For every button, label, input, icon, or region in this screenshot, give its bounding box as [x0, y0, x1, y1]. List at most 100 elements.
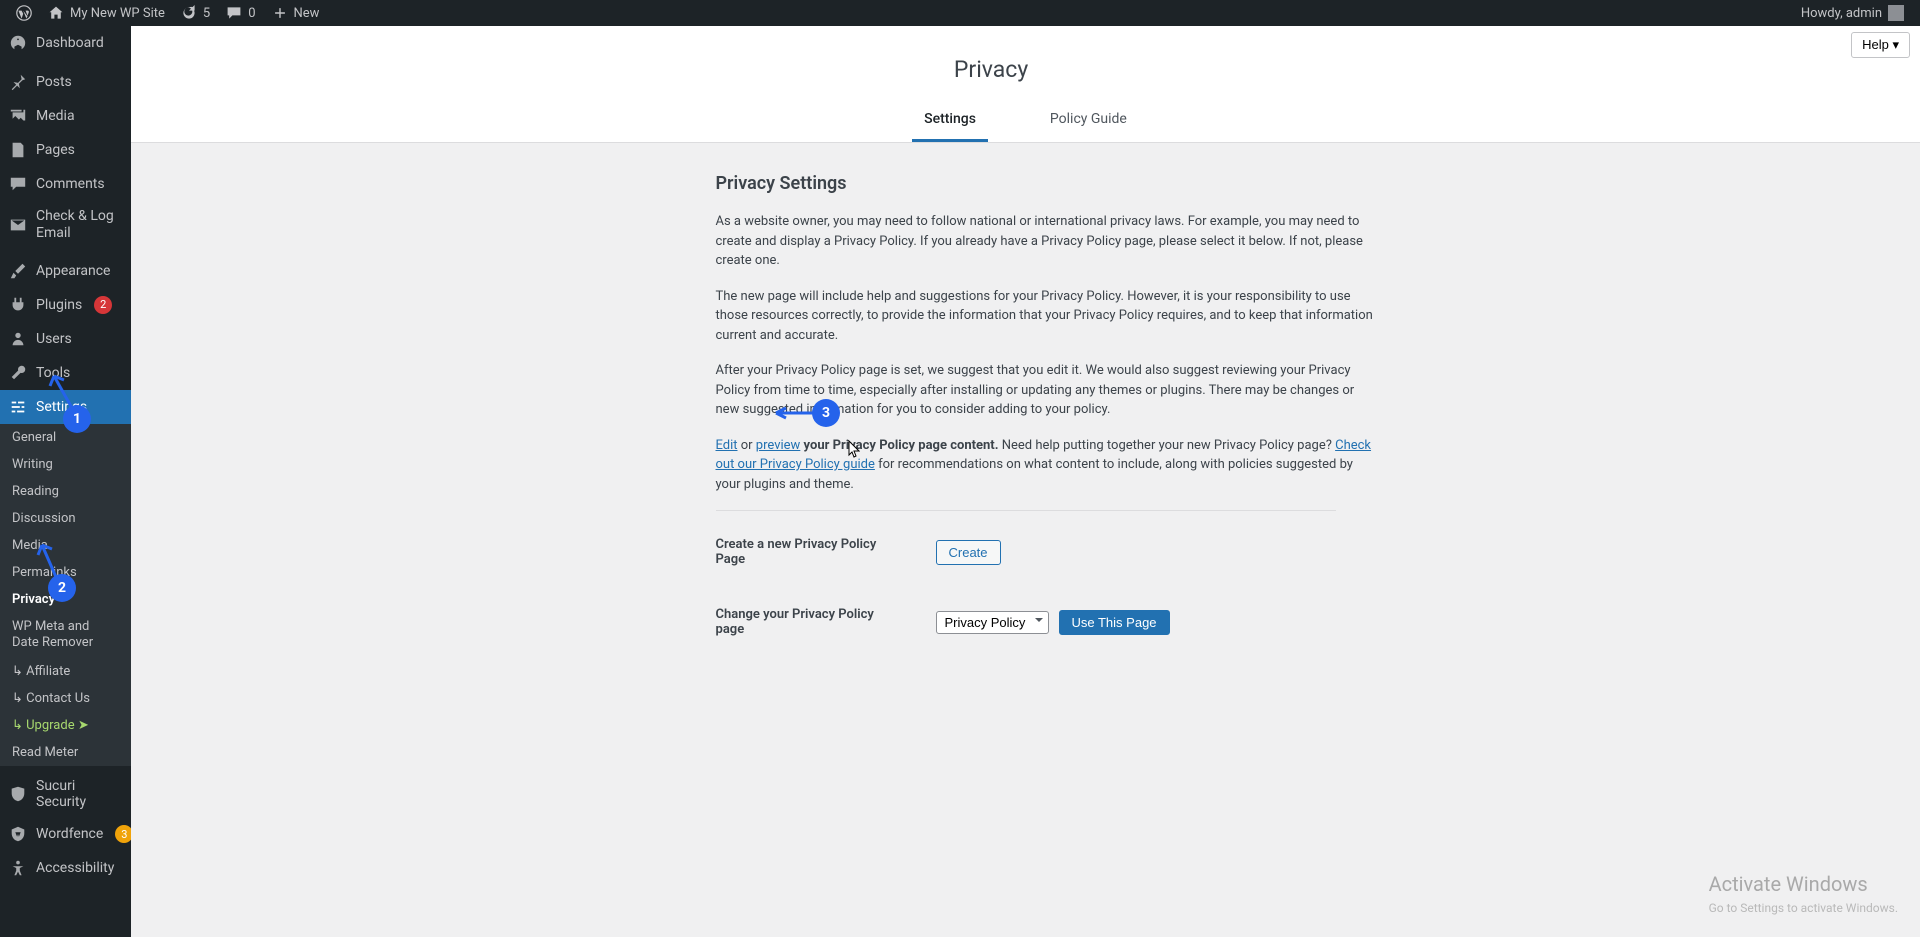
- wp-logo[interactable]: [8, 0, 40, 26]
- sidebar-label: Pages: [36, 142, 75, 158]
- howdy-text: Howdy, admin: [1801, 6, 1882, 21]
- comments-count: 0: [248, 6, 255, 21]
- or-text: or: [738, 438, 756, 453]
- sidebar-item-dashboard[interactable]: Dashboard: [0, 26, 131, 60]
- submenu-writing[interactable]: Writing: [0, 451, 131, 478]
- mail-icon: [8, 215, 28, 235]
- new-item[interactable]: New: [264, 0, 328, 26]
- submenu-contactus[interactable]: ↳ Contact Us: [0, 685, 131, 712]
- p4b-text: Need help putting together your new Priv…: [998, 438, 1335, 453]
- annotation-arrow-3: [772, 406, 817, 421]
- sidebar-item-pages[interactable]: Pages: [0, 133, 131, 167]
- sidebar-label: Sucuri Security: [36, 778, 123, 810]
- sidebar-item-media[interactable]: Media: [0, 99, 131, 133]
- annotation-bubble-1: 1: [63, 405, 91, 433]
- create-button[interactable]: Create: [936, 540, 1001, 565]
- admin-bar-left: My New WP Site 5 0 New: [8, 0, 327, 26]
- admin-bar: My New WP Site 5 0 New Howdy, admin: [0, 0, 1920, 26]
- submenu-affiliate[interactable]: ↳ Affiliate: [0, 658, 131, 685]
- refresh-item[interactable]: 5: [173, 0, 218, 26]
- comments-item[interactable]: 0: [218, 0, 263, 26]
- wordfence-badge: 3: [115, 825, 131, 843]
- site-home[interactable]: My New WP Site: [40, 0, 173, 26]
- change-label: Change your Privacy Policy page: [716, 607, 906, 637]
- edit-link[interactable]: Edit: [716, 438, 738, 453]
- main-content: Help ▾ Privacy Settings Policy Guide Pri…: [131, 26, 1920, 937]
- plus-icon: [272, 5, 288, 21]
- brush-icon: [8, 261, 28, 281]
- comment-icon: [226, 5, 242, 21]
- intro-paragraph-2: The new page will include help and sugge…: [716, 287, 1376, 346]
- preview-link[interactable]: preview: [756, 438, 801, 453]
- divider: [716, 510, 1336, 511]
- wrench-icon: [8, 363, 28, 383]
- header-area: Help ▾ Privacy Settings Policy Guide: [131, 26, 1920, 143]
- pin-icon: [8, 72, 28, 92]
- dashboard-icon: [8, 33, 28, 53]
- sidebar-label: Appearance: [36, 263, 110, 279]
- help-tab[interactable]: Help ▾: [1851, 32, 1910, 58]
- admin-sidebar: Dashboard Posts Media Pages Comments Che…: [0, 26, 131, 937]
- use-this-page-button[interactable]: Use This Page: [1059, 610, 1170, 635]
- annotation-bubble-2: 2: [48, 574, 76, 602]
- sidebar-label: Dashboard: [36, 35, 104, 51]
- page-icon: [8, 140, 28, 160]
- intro-paragraph-4: Edit or preview your Privacy Policy page…: [716, 436, 1376, 495]
- sidebar-label: Users: [36, 331, 72, 347]
- sidebar-label: Plugins: [36, 297, 82, 313]
- sidebar-item-sucuri[interactable]: Sucuri Security: [0, 771, 131, 817]
- privacy-tabs: Settings Policy Guide: [131, 103, 1920, 142]
- sidebar-label: Accessibility: [36, 860, 114, 876]
- site-name: My New WP Site: [70, 6, 165, 21]
- submenu-readmeter[interactable]: Read Meter: [0, 739, 131, 766]
- intro-paragraph-1: As a website owner, you may need to foll…: [716, 212, 1376, 271]
- create-row: Create a new Privacy Policy Page Create: [716, 537, 1506, 567]
- home-icon: [48, 5, 64, 21]
- mouse-cursor-icon: [848, 440, 860, 458]
- tab-policy-guide[interactable]: Policy Guide: [1038, 103, 1139, 142]
- sidebar-item-wordfence[interactable]: Wordfence 3: [0, 817, 131, 851]
- howdy-item[interactable]: Howdy, admin: [1793, 0, 1912, 26]
- sidebar-item-comments[interactable]: Comments: [0, 167, 131, 201]
- admin-bar-right: Howdy, admin: [1793, 0, 1912, 26]
- submenu-discussion[interactable]: Discussion: [0, 505, 131, 532]
- media-icon: [8, 106, 28, 126]
- refresh-icon: [181, 5, 197, 21]
- sidebar-label: Media: [36, 108, 75, 124]
- create-label: Create a new Privacy Policy Page: [716, 537, 906, 567]
- wordfence-icon: [8, 824, 28, 844]
- accessibility-icon: [8, 858, 28, 878]
- refresh-count: 5: [203, 6, 210, 21]
- sidebar-item-accessibility[interactable]: Accessibility: [0, 851, 131, 885]
- plugins-badge: 2: [94, 296, 112, 314]
- shield-icon: [8, 784, 28, 804]
- change-row: Change your Privacy Policy page Privacy …: [716, 607, 1506, 637]
- submenu-reading[interactable]: Reading: [0, 478, 131, 505]
- avatar-icon: [1888, 5, 1904, 21]
- sidebar-item-appearance[interactable]: Appearance: [0, 254, 131, 288]
- sidebar-label: Wordfence: [36, 826, 103, 842]
- policy-select-wrap: Privacy Policy: [936, 611, 1049, 634]
- sidebar-item-checklog[interactable]: Check & Log Email: [0, 201, 131, 249]
- page-title: Privacy: [131, 26, 1920, 103]
- new-label: New: [294, 6, 320, 21]
- body-area: Privacy Settings As a website owner, you…: [526, 143, 1526, 707]
- sidebar-label: Check & Log Email: [36, 208, 123, 242]
- policy-select[interactable]: Privacy Policy: [936, 611, 1049, 634]
- users-icon: [8, 329, 28, 349]
- submenu-upgrade[interactable]: ↳ Upgrade ➤: [0, 712, 131, 739]
- settings-icon: [8, 397, 28, 417]
- sidebar-label: Posts: [36, 74, 72, 90]
- plugin-icon: [8, 295, 28, 315]
- sidebar-item-plugins[interactable]: Plugins 2: [0, 288, 131, 322]
- annotation-bubble-3: 3: [812, 399, 840, 427]
- tab-settings[interactable]: Settings: [912, 103, 988, 142]
- section-title: Privacy Settings: [716, 173, 1506, 194]
- sidebar-item-users[interactable]: Users: [0, 322, 131, 356]
- wordpress-icon: [16, 5, 32, 21]
- sidebar-item-posts[interactable]: Posts: [0, 65, 131, 99]
- p4a-text: your Privacy Policy page content.: [800, 438, 998, 453]
- sidebar-label: Comments: [36, 176, 105, 192]
- comment-icon: [8, 174, 28, 194]
- submenu-wpmeta[interactable]: WP Meta and Date Remover: [0, 613, 131, 659]
